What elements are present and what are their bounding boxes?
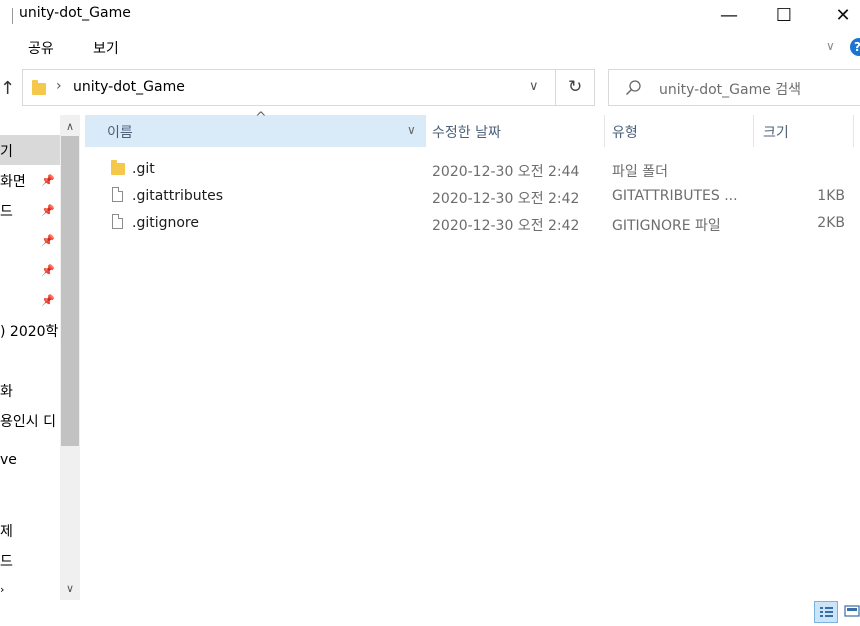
nav-item-hwa[interactable]: 화 bbox=[0, 381, 13, 401]
nav-item-onedrive[interactable]: ve bbox=[0, 452, 17, 468]
table-row[interactable]: .git 2020-12-30 오전 2:44 파일 폴더 bbox=[85, 156, 860, 182]
ribbon-tab-share[interactable]: 공유 bbox=[28, 38, 54, 58]
nav-item-downloads[interactable]: 드 bbox=[0, 201, 13, 221]
file-size: 1KB bbox=[817, 188, 845, 204]
column-header-modified-label: 수정한 날짜 bbox=[432, 125, 501, 141]
file-modified: 2020-12-30 오전 2:44 bbox=[432, 164, 580, 180]
minimize-button[interactable]: — bbox=[706, 0, 752, 30]
file-type: GITIGNORE 파일 bbox=[612, 218, 721, 234]
file-type: 파일 폴더 bbox=[612, 164, 668, 180]
pin-icon: 📌 bbox=[41, 204, 55, 217]
ribbon-tab-view[interactable]: 보기 bbox=[93, 38, 119, 58]
file-type: GITATTRIBUTES ... bbox=[612, 188, 738, 204]
search-icon bbox=[626, 80, 641, 95]
column-header-size-label: 크기 bbox=[763, 125, 789, 141]
nav-item-quick-access[interactable]: 기 bbox=[0, 141, 13, 161]
nav-item-je[interactable]: 제 bbox=[0, 521, 13, 541]
file-name: .git bbox=[132, 161, 155, 177]
file-modified: 2020-12-30 오전 2:42 bbox=[432, 218, 580, 234]
pin-icon: 📌 bbox=[41, 294, 55, 307]
column-header-size[interactable]: 크기 bbox=[754, 115, 854, 147]
breadcrumb-segment[interactable]: unity-dot_Game bbox=[73, 79, 185, 95]
breadcrumb-separator-icon: › bbox=[56, 78, 62, 94]
column-filter-dropdown-icon[interactable]: ∨ bbox=[407, 123, 416, 137]
folder-icon bbox=[111, 160, 125, 175]
nav-item-desktop[interactable]: 화면 bbox=[0, 171, 26, 191]
details-view-icon[interactable] bbox=[814, 601, 838, 623]
folder-icon bbox=[32, 80, 46, 95]
sort-ascending-icon: ^ bbox=[255, 110, 267, 126]
address-dropdown-icon[interactable]: ∨ bbox=[529, 79, 539, 94]
search-placeholder: unity-dot_Game 검색 bbox=[659, 82, 802, 98]
scroll-down-icon[interactable]: ∨ bbox=[60, 578, 80, 598]
table-row[interactable]: .gitattributes 2020-12-30 오전 2:42 GITATT… bbox=[85, 183, 860, 209]
nav-scrollbar-thumb[interactable] bbox=[61, 136, 79, 446]
pin-icon: 📌 bbox=[41, 264, 55, 277]
column-header-modified[interactable]: 수정한 날짜 bbox=[426, 115, 604, 147]
nav-item-truncated: › bbox=[0, 583, 5, 596]
file-name: .gitignore bbox=[132, 215, 199, 231]
column-header-name-label: 이름 bbox=[107, 125, 133, 141]
ribbon: 공유 보기 ∨ bbox=[0, 30, 860, 64]
address-divider bbox=[555, 69, 556, 106]
title-bar: unity-dot_Game — ☐ ✕ bbox=[0, 0, 860, 30]
nav-item-yongin[interactable]: 용인시 디 bbox=[0, 411, 56, 431]
navigation-pane: 기 화면 드 ) 2020학 화 용인시 디 ve 제 드 📌 📌 📌 📌 📌 … bbox=[0, 115, 60, 600]
maximize-button[interactable]: ☐ bbox=[761, 0, 807, 30]
file-icon bbox=[112, 187, 123, 202]
pin-icon: 📌 bbox=[41, 174, 55, 187]
scroll-up-icon[interactable]: ∧ bbox=[60, 116, 80, 136]
window-title: unity-dot_Game bbox=[19, 5, 131, 21]
refresh-icon[interactable]: ↻ bbox=[568, 77, 582, 97]
ribbon-expand-icon[interactable]: ∨ bbox=[826, 39, 835, 53]
table-row[interactable]: .gitignore 2020-12-30 오전 2:42 GITIGNORE … bbox=[85, 210, 860, 236]
file-icon bbox=[112, 214, 123, 229]
large-icons-view-icon[interactable] bbox=[842, 601, 860, 623]
pin-icon: 📌 bbox=[41, 234, 55, 247]
up-arrow-icon[interactable]: ↑ bbox=[0, 78, 18, 100]
file-name: .gitattributes bbox=[132, 188, 224, 204]
address-bar[interactable]: › unity-dot_Game ∨ ↻ bbox=[22, 69, 595, 106]
close-button[interactable]: ✕ bbox=[820, 0, 860, 30]
file-modified: 2020-12-30 오전 2:42 bbox=[432, 191, 580, 207]
column-header-name[interactable]: 이름 ^ ∨ bbox=[85, 110, 425, 147]
nav-item-de[interactable]: 드 bbox=[0, 551, 13, 571]
file-size: 2KB bbox=[817, 215, 845, 231]
column-header-type[interactable]: 유형 bbox=[605, 115, 753, 147]
column-header-type-label: 유형 bbox=[612, 125, 638, 141]
column-separator[interactable] bbox=[853, 115, 854, 147]
nav-item-2020[interactable]: ) 2020학 bbox=[0, 321, 58, 341]
search-box[interactable]: unity-dot_Game 검색 bbox=[608, 69, 860, 106]
title-separator bbox=[12, 8, 13, 24]
